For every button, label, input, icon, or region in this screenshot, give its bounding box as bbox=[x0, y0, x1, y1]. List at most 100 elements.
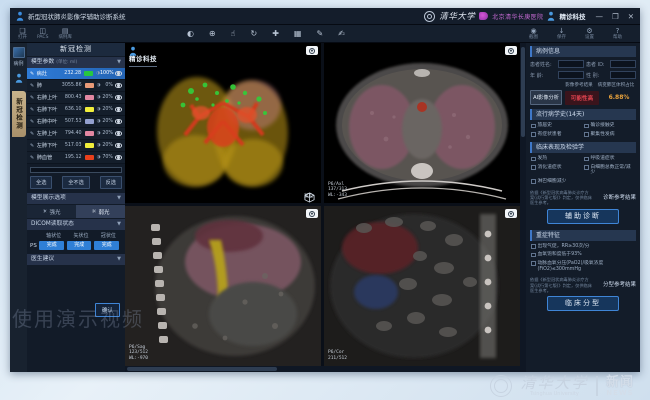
edit-report-icon[interactable]: ✍ bbox=[338, 29, 345, 39]
viewport-dropdown-toggle[interactable]: ▼ bbox=[505, 209, 517, 218]
annotate-pencil-icon[interactable]: ✎ bbox=[316, 29, 323, 39]
tsinghua-footer-wordmark: 清华大学 bbox=[520, 376, 588, 391]
model-layer-row-lul[interactable]: ✎ 左肺上叶 794.40 ◑ 20% bbox=[27, 128, 125, 140]
select-none-button[interactable]: 全不选 bbox=[62, 176, 90, 189]
checkbox-icon bbox=[531, 165, 536, 170]
viewport-sagittal-ct[interactable]: ▼ P6/Sag 123/512 WL:-970 bbox=[125, 206, 321, 366]
viewport-dropdown-toggle[interactable]: ▼ bbox=[306, 46, 318, 55]
checkbox-symptomatic-patient[interactable]: 有症状患者 bbox=[531, 132, 582, 138]
app-title: 新型冠状肺炎影像学辅助诊断系统 bbox=[28, 11, 126, 21]
checkbox-icon bbox=[531, 253, 536, 258]
checkbox-tachypnea[interactable]: 出现气促，RR≥30次/分 bbox=[531, 244, 635, 250]
model-layer-row-lll[interactable]: ✎ 左肺下叶 517.03 ◑ 20% bbox=[27, 140, 125, 152]
zoom-icon[interactable]: ⊕ bbox=[209, 29, 216, 39]
age-input[interactable] bbox=[558, 71, 584, 79]
tab-covid-detection[interactable]: 新冠检测 bbox=[12, 91, 26, 137]
checkbox-cluster-onset[interactable]: 聚集性发病 bbox=[584, 132, 635, 138]
chevron-down-icon: ▼ bbox=[117, 193, 121, 204]
maximize-button[interactable]: ❐ bbox=[612, 12, 619, 21]
select-all-button[interactable]: 全选 bbox=[30, 176, 52, 189]
sex-input[interactable] bbox=[610, 71, 636, 79]
minimize-button[interactable]: — bbox=[595, 12, 603, 21]
pan-hand-icon[interactable]: ☝ bbox=[231, 29, 236, 39]
ai-analysis-button[interactable]: AI影像分析 bbox=[530, 90, 562, 105]
checkbox-icon bbox=[531, 124, 536, 129]
crosshair-icon[interactable]: ✚ bbox=[272, 29, 279, 39]
model-layer-row-vessels[interactable]: ✎ 肺血管 195.12 ◑ 70% bbox=[27, 152, 125, 164]
help-button[interactable]: ? 帮助 bbox=[613, 27, 622, 40]
checkbox-confirmed-contact[interactable]: 确诊接触史 bbox=[584, 123, 635, 129]
chevron-down-icon: ▼ bbox=[117, 57, 121, 68]
tab-strong-light[interactable]: ☀ 强光 bbox=[27, 205, 76, 218]
doctor-advice-area[interactable]: 确认 bbox=[27, 265, 125, 335]
rotate-icon[interactable]: ↻ bbox=[251, 29, 258, 39]
checkbox-digestive-symptoms[interactable]: 消化道症状 bbox=[531, 165, 582, 176]
patient-person-icon[interactable] bbox=[15, 73, 23, 83]
paint-icon: ✎ bbox=[30, 143, 37, 149]
model-params-header[interactable]: 模型参数 (单位: ml) ▼ bbox=[27, 57, 125, 68]
viewport-dropdown-toggle[interactable]: ▼ bbox=[306, 209, 318, 218]
epidemiology-header: 流行病学史(14天) bbox=[530, 109, 636, 120]
sun-icon: ☀ bbox=[43, 209, 48, 215]
checkbox-respiratory-symptoms[interactable]: 呼吸道症状 bbox=[584, 156, 635, 162]
patient-id-input[interactable] bbox=[610, 60, 636, 68]
checkbox-wbc-normal-low[interactable]: 白细胞总数正常/减少 bbox=[584, 165, 635, 176]
scrollbar-thumb[interactable] bbox=[521, 47, 525, 137]
visibility-eye-icon[interactable] bbox=[115, 131, 122, 136]
clinical-classification-button[interactable]: 临床分型 bbox=[547, 296, 619, 311]
confirm-button[interactable]: 确认 bbox=[95, 303, 120, 317]
dicom-status-header[interactable]: DICOM读取状态 ▼ bbox=[27, 219, 125, 230]
checkbox-pao2-fio2[interactable]: 动脉血氧分压(PaO2)/吸氧浓度(FiO2)≤300mmHg bbox=[531, 261, 635, 272]
model-layer-row-lesion[interactable]: ✎ 病灶 232.28 ◑ 100% bbox=[27, 68, 125, 80]
reset-view-button[interactable]: 复位 bbox=[304, 192, 313, 199]
checkbox-lymphopenia[interactable]: 淋巴细胞减少 bbox=[531, 179, 582, 185]
auxiliary-diagnosis-button[interactable]: 辅助诊断 bbox=[547, 209, 619, 224]
color-swatch bbox=[84, 71, 93, 76]
checkbox-low-spo2[interactable]: 血氧饱和度低于93% bbox=[531, 252, 635, 258]
settings-button[interactable]: ⚙ 设置 bbox=[585, 27, 594, 40]
tab-weak-light[interactable]: ☼ 弱光 bbox=[76, 205, 125, 218]
model-layer-row-lung[interactable]: ✎ 肺 3055.86 ◑ 0% bbox=[27, 80, 125, 92]
model-layer-row-rll[interactable]: ✎ 右肺下叶 636.10 ◑ 20% bbox=[27, 104, 125, 116]
lesion-ratio-value: 6.88% bbox=[602, 94, 636, 101]
doctor-advice-header[interactable]: 医生建议 ▼ bbox=[27, 254, 125, 265]
checkbox-fever[interactable]: 发热 bbox=[531, 156, 582, 162]
pacs-monitor-icon: ◫ bbox=[39, 27, 46, 35]
model-layer-row-rul[interactable]: ✎ 右肺上叶 800.43 ◑ 20% bbox=[27, 92, 125, 104]
scrollbar-thumb[interactable] bbox=[127, 367, 277, 371]
model-layer-row-rml[interactable]: ✎ 右肺中叶 507.53 ◑ 20% bbox=[27, 116, 125, 128]
viewport-3d-render[interactable]: 精诊科技 ▼ 复位 bbox=[125, 43, 321, 203]
invert-selection-button[interactable]: 反选 bbox=[100, 176, 122, 189]
paint-icon: ✎ bbox=[30, 95, 37, 101]
open-study-button[interactable]: ❏ 打开 bbox=[18, 27, 27, 40]
tsinghua-seal-icon bbox=[424, 11, 435, 22]
save-button[interactable]: ↓ 保存 bbox=[557, 27, 566, 40]
case-thumbnail-icon[interactable] bbox=[13, 47, 25, 58]
display-options-header[interactable]: 模型展示选项 ▼ bbox=[27, 193, 125, 204]
visibility-eye-icon[interactable] bbox=[115, 107, 122, 112]
viewport-axial-ct[interactable]: ▼ P6/Axl 137/313 WL:-343 bbox=[324, 43, 520, 203]
visibility-eye-icon[interactable] bbox=[115, 83, 122, 88]
checkbox-travel-history[interactable]: 旅居史 bbox=[531, 123, 582, 129]
visibility-eye-icon[interactable] bbox=[115, 95, 122, 100]
company-person-icon bbox=[547, 11, 555, 21]
paint-icon: ✎ bbox=[30, 83, 37, 89]
visibility-eye-icon[interactable] bbox=[115, 143, 122, 148]
visibility-eye-icon[interactable] bbox=[115, 71, 122, 76]
close-button[interactable]: ✕ bbox=[628, 12, 634, 21]
camera-icon: ◉ bbox=[530, 27, 536, 35]
visibility-eye-icon[interactable] bbox=[115, 119, 122, 124]
save-icon: ↓ bbox=[559, 27, 565, 35]
window-level-icon[interactable]: ◐ bbox=[187, 29, 194, 39]
layout-grid-icon[interactable]: ▦ bbox=[294, 29, 302, 39]
visibility-eye-icon[interactable] bbox=[115, 155, 122, 160]
status-badge-coronal: 完成 bbox=[94, 241, 119, 250]
case-library-button[interactable]: ▤ 病例库 bbox=[58, 27, 72, 40]
lung-3d-rendering bbox=[125, 43, 321, 203]
pacs-button[interactable]: ◫ PACS bbox=[37, 27, 48, 40]
viewport-dropdown-toggle[interactable]: ▼ bbox=[505, 46, 517, 55]
screenshot-button[interactable]: ◉ 截图 bbox=[529, 27, 538, 40]
paint-icon: ✎ bbox=[30, 119, 37, 125]
viewport-coronal-ct[interactable]: ▼ P6/Cor 211/512 bbox=[324, 206, 520, 366]
patient-name-input[interactable] bbox=[558, 60, 584, 68]
